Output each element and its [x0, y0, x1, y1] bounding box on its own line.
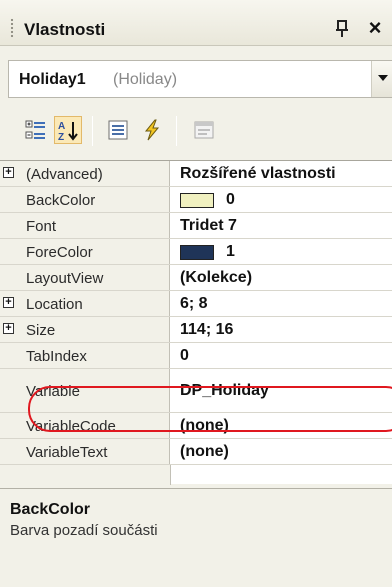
description-pane: BackColor Barva pozadí součásti [0, 488, 392, 587]
property-row-location[interactable]: + Location 6; 8 [0, 291, 392, 317]
color-swatch[interactable] [180, 245, 214, 260]
property-row-variablecode[interactable]: VariableCode (none) [0, 413, 392, 439]
property-row-size[interactable]: + Size 114; 16 [0, 317, 392, 343]
property-value[interactable]: 114; 16 [180, 321, 233, 339]
property-value[interactable]: (Kolekce) [180, 269, 252, 287]
property-name: TabIndex [26, 348, 87, 365]
close-icon[interactable]: × [364, 16, 386, 40]
selected-object-name: Holiday1 [19, 71, 86, 88]
property-row-layoutview[interactable]: LayoutView (Kolekce) [0, 265, 392, 291]
property-value[interactable]: Rozšířené vlastnosti [180, 165, 336, 183]
property-name: VariableText [26, 444, 108, 461]
drag-grip-icon[interactable] [10, 18, 14, 38]
expand-plus-icon[interactable]: + [3, 297, 14, 308]
toolbar-separator [176, 116, 177, 146]
alphabetical-icon[interactable]: A Z [54, 116, 82, 144]
properties-icon[interactable] [104, 116, 132, 144]
property-value[interactable]: DP_Holiday [180, 382, 269, 400]
panel-title-bar[interactable]: Vlastnosti × [0, 0, 392, 46]
color-swatch[interactable] [180, 193, 214, 208]
property-row-backcolor[interactable]: BackColor 0 [0, 187, 392, 213]
dropdown-arrow-icon[interactable] [371, 61, 392, 97]
property-value[interactable]: (none) [180, 443, 229, 461]
description-title: BackColor [10, 501, 91, 518]
object-selector-dropdown[interactable]: Holiday1 (Holiday) [8, 60, 392, 98]
property-name: BackColor [26, 192, 96, 209]
property-name: VariableCode [26, 418, 116, 435]
property-value[interactable]: (none) [180, 417, 229, 435]
property-name: Font [26, 218, 57, 235]
property-name: LayoutView [26, 270, 104, 287]
property-pages-icon[interactable] [190, 116, 218, 144]
events-icon[interactable] [138, 116, 166, 144]
property-name: Size [26, 322, 56, 339]
property-row-variable[interactable]: Variable DP_Holiday [0, 369, 392, 413]
panel-title: Vlastnosti [24, 20, 106, 39]
property-row-tabindex[interactable]: TabIndex 0 [0, 343, 392, 369]
properties-toolbar: A Z [0, 104, 392, 156]
svg-text:Z: Z [58, 132, 64, 141]
selected-object-type: (Holiday) [113, 71, 178, 88]
categorized-icon[interactable] [22, 116, 50, 144]
property-row-forecolor[interactable]: ForeColor 1 [0, 239, 392, 265]
property-row-variabletext[interactable]: VariableText (none) [0, 439, 392, 465]
property-value[interactable]: Tridet 7 [180, 217, 237, 235]
property-row-advanced[interactable]: + (Advanced) Rozšířené vlastnosti [0, 161, 392, 187]
property-name: Variable [26, 383, 80, 400]
property-row-font[interactable]: Font Tridet 7 [0, 213, 392, 239]
property-value[interactable]: 6; 8 [180, 295, 208, 313]
toolbar-separator [92, 116, 93, 146]
property-name: (Advanced) [26, 166, 103, 183]
property-grid: + (Advanced) Rozšířené vlastnosti BackCo… [0, 160, 392, 485]
expand-plus-icon[interactable]: + [3, 167, 14, 178]
property-value[interactable]: 0 [226, 191, 235, 209]
property-value[interactable]: 0 [180, 347, 189, 365]
property-name: ForeColor [26, 244, 93, 261]
properties-panel: Vlastnosti × Holiday1 (Holiday) A Z + (A… [0, 0, 392, 587]
property-value[interactable]: 1 [226, 243, 235, 261]
pin-icon[interactable] [333, 18, 351, 40]
svg-text:A: A [58, 121, 65, 132]
expand-plus-icon[interactable]: + [3, 323, 14, 334]
description-text: Barva pozadí součásti [10, 522, 158, 539]
property-name: Location [26, 296, 83, 313]
